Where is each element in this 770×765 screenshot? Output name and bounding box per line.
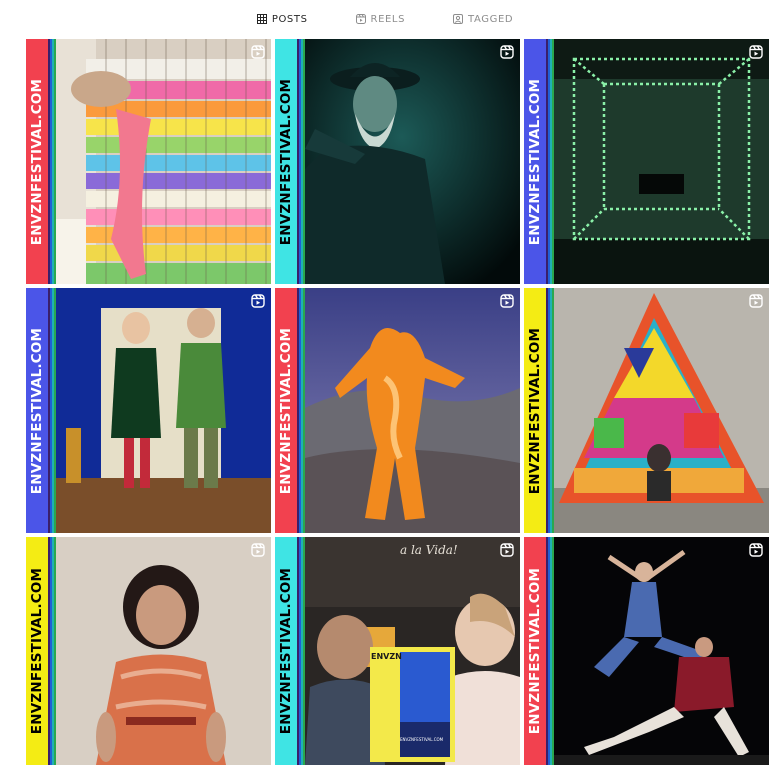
post-side-text: ENVZNFESTIVAL.COM [29,327,45,494]
post-tile-woman-portrait[interactable]: ENVZNFESTIVAL.COM [26,537,271,765]
post-side-text: ENVZNFESTIVAL.COM [527,567,543,735]
post-side-text: ENVZNFESTIVAL.COM [278,78,294,245]
reel-icon [749,45,763,59]
post-tile-fire-dancer[interactable]: ENVZNFESTIVAL.COM [275,288,520,533]
post-side-band: ENVZNFESTIVAL.COM [26,39,48,284]
post-image-weaving [56,39,271,284]
post-side-text: ENVZNFESTIVAL.COM [29,78,45,245]
reel-icon [749,294,763,308]
tab-tagged-label: TAGGED [468,13,514,25]
reel-icon [251,294,265,308]
post-side-text: ENVZNFESTIVAL.COM [278,567,294,735]
post-tile-light-cube[interactable]: ENVZNFESTIVAL.COM [524,39,769,284]
posts-grid: ENVZNFESTIVAL.COM ENVZNFESTIVAL.COM ENVZ… [26,39,770,765]
post-color-stripes [297,39,305,284]
post-image-fire-dancer [305,288,520,533]
post-color-stripes [48,537,56,765]
post-side-band: ENVZNFESTIVAL.COM [275,288,297,533]
reel-icon [500,294,514,308]
post-tile-poster-people[interactable]: ENVZNFESTIVAL.COM ENVZN ENVZNFESTIVAL.CO… [275,537,520,765]
wall-sign-text: a la Vida! [400,543,458,557]
post-color-stripes [297,537,305,765]
post-side-text: ENVZNFESTIVAL.COM [278,327,294,494]
post-color-stripes [546,537,554,765]
reel-icon [500,543,514,557]
post-side-text: ENVZNFESTIVAL.COM [527,78,543,245]
reel-icon [749,543,763,557]
tab-reels-label: REELS [370,13,406,25]
post-side-band: ENVZNFESTIVAL.COM [275,39,297,284]
post-color-stripes [546,288,554,533]
post-image-poster-people: ENVZN ENVZNFESTIVAL.COM a la Vida! [305,537,520,765]
post-tile-man-hat[interactable]: ENVZNFESTIVAL.COM [275,39,520,284]
post-side-text: ENVZNFESTIVAL.COM [29,567,45,735]
post-side-band: ENVZNFESTIVAL.COM [26,288,48,533]
post-tile-dancers[interactable]: ENVZNFESTIVAL.COM [524,537,769,765]
tagged-icon [453,14,464,24]
tab-tagged[interactable]: TAGGED [453,14,513,25]
reel-icon [251,45,265,59]
tab-posts[interactable]: POSTS [256,13,308,25]
post-color-stripes [297,288,305,533]
reel-icon [500,45,514,59]
post-side-band: ENVZNFESTIVAL.COM [26,537,48,765]
poster-logo-text: ENVZN [371,652,402,661]
post-image-woman-portrait [56,537,271,765]
post-tile-singers[interactable]: ENVZNFESTIVAL.COM [26,288,271,533]
tab-posts-label: POSTS [271,13,308,25]
post-tile-weaving[interactable]: ENVZNFESTIVAL.COM [26,39,271,284]
profile-tabs: POSTS REELS TAGGED [0,0,770,38]
post-image-light-cube [554,39,769,284]
post-image-dancers [554,537,769,765]
post-side-band: ENVZNFESTIVAL.COM [524,537,546,765]
reel-icon [251,543,265,557]
post-side-band: ENVZNFESTIVAL.COM [275,537,297,765]
poster-url-text: ENVZNFESTIVAL.COM [400,737,444,742]
post-image-triangle-sculpture [554,288,769,533]
post-image-singers [56,288,271,533]
post-side-band: ENVZNFESTIVAL.COM [524,39,546,284]
post-side-band: ENVZNFESTIVAL.COM [524,288,546,533]
tab-reels[interactable]: REELS [355,13,406,25]
post-color-stripes [48,39,56,284]
reels-icon [355,14,366,24]
post-color-stripes [546,39,554,284]
grid-icon [256,14,267,24]
post-tile-triangle-sculpture[interactable]: ENVZNFESTIVAL.COM [524,288,769,533]
post-side-text: ENVZNFESTIVAL.COM [527,327,543,494]
post-color-stripes [48,288,56,533]
post-image-man-hat [305,39,520,284]
